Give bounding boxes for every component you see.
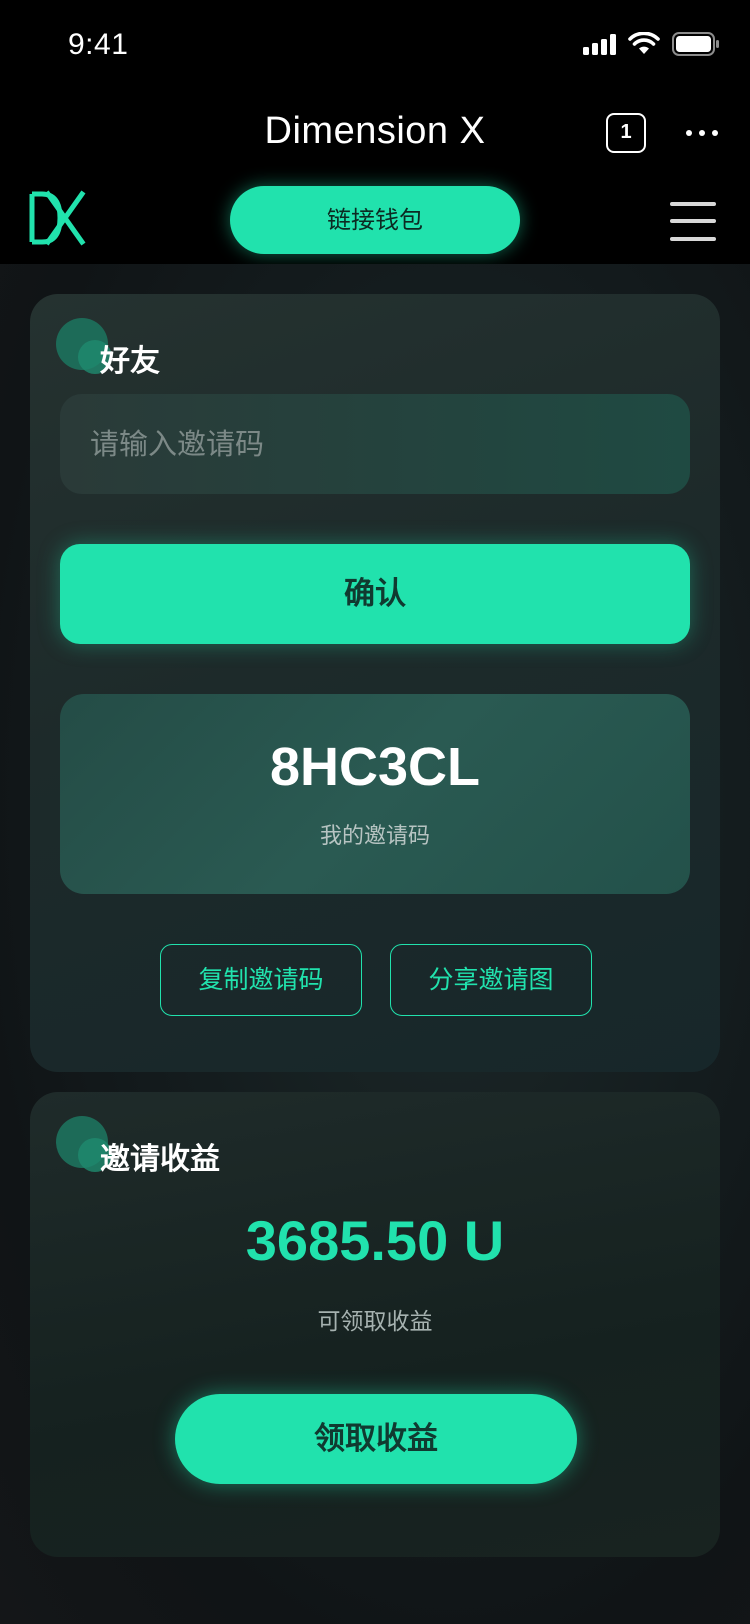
battery-icon	[672, 32, 719, 56]
share-invite-image-button[interactable]: 分享邀请图	[390, 944, 592, 1016]
more-icon[interactable]	[686, 130, 718, 136]
browser-nav-bar: Dimension X 1	[0, 92, 750, 176]
app-header: 链接钱包	[0, 176, 750, 264]
earnings-amount: 3685.50 U	[245, 1209, 505, 1272]
claim-earnings-button[interactable]: 领取收益	[175, 1394, 577, 1484]
my-invite-code-panel: 8HC3CL 我的邀请码	[60, 694, 690, 894]
connect-wallet-button[interactable]: 链接钱包	[230, 186, 520, 254]
earnings-card: 邀请收益 3685.50 U 可领取收益 领取收益	[30, 1092, 720, 1557]
copy-invite-code-button[interactable]: 复制邀请码	[160, 944, 362, 1016]
confirm-button[interactable]: 确认	[60, 544, 690, 644]
invite-code-input[interactable]	[60, 394, 690, 494]
card-title: 邀请收益	[100, 1142, 220, 1177]
signal-icon	[583, 33, 616, 55]
status-time: 9:41	[68, 28, 129, 61]
status-icons	[583, 32, 720, 56]
card-title: 好友	[100, 344, 160, 379]
my-invite-code: 8HC3CL	[269, 737, 481, 797]
wifi-icon	[628, 32, 660, 54]
my-invite-code-label: 我的邀请码	[319, 824, 430, 849]
earnings-label: 可领取收益	[317, 1309, 433, 1335]
tabs-icon[interactable]: 1	[606, 113, 646, 153]
friends-card: 好友 确认 8HC3CL 我的邀请码 复制邀请码 分享邀请图	[30, 294, 720, 1072]
logo-icon	[29, 190, 86, 246]
status-bar: 9:41	[0, 0, 750, 92]
menu-icon[interactable]	[670, 200, 716, 242]
